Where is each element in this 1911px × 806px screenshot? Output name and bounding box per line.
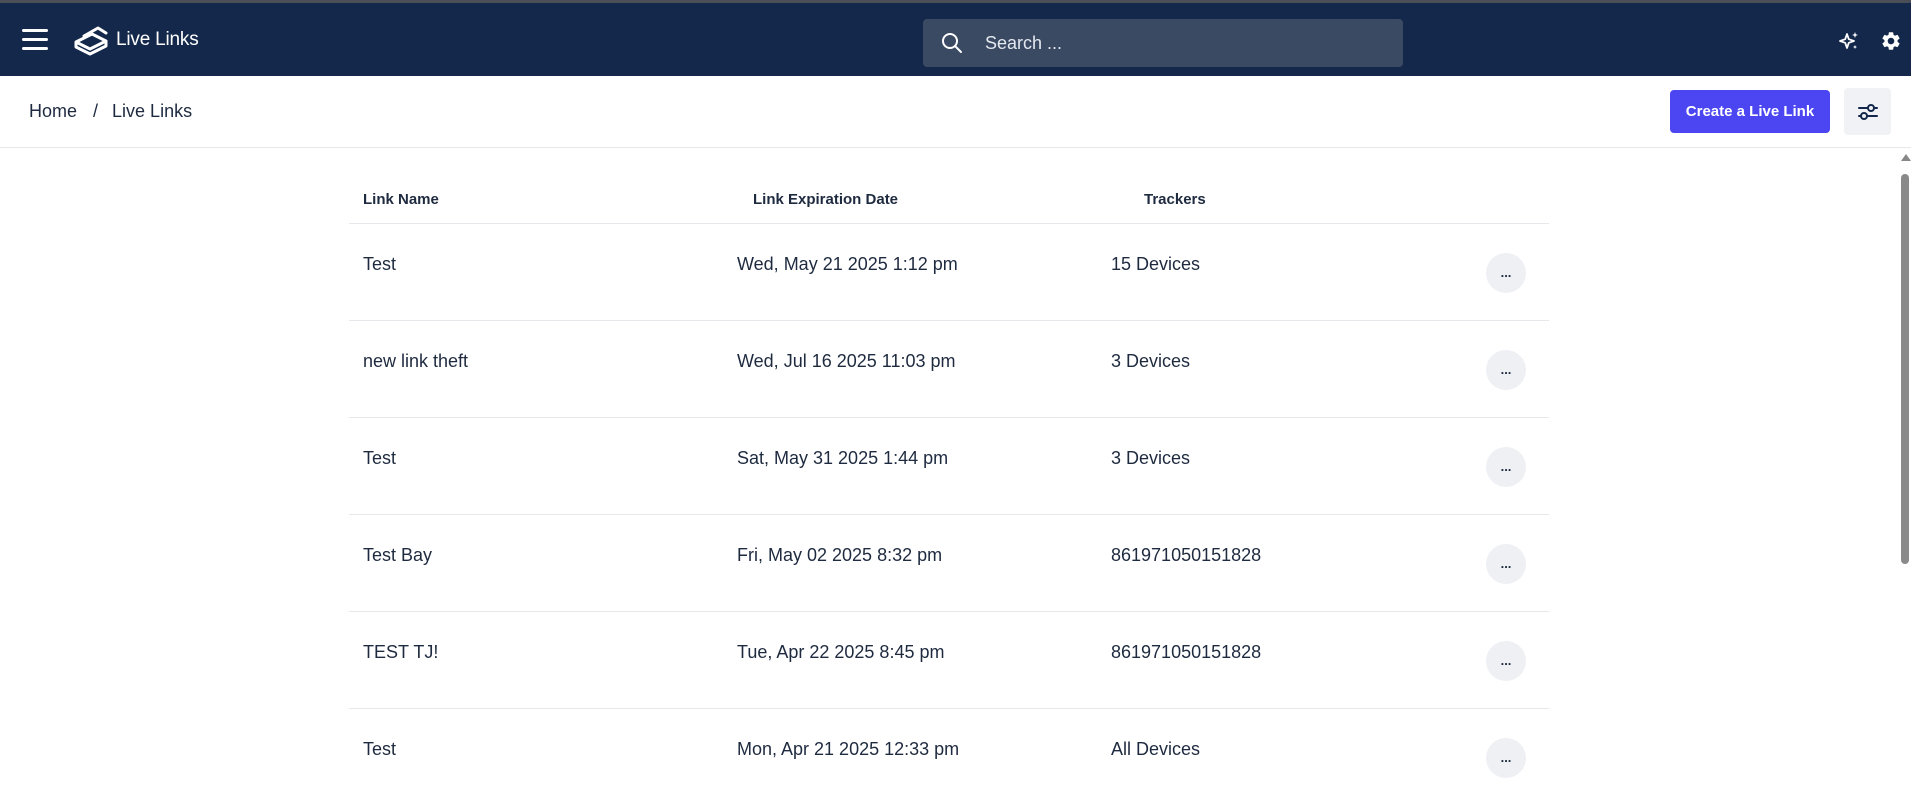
live-links-table: Link Name Link Expiration Date Trackers …: [349, 176, 1549, 806]
expiration-date-cell: Mon, Apr 21 2025 12:33 pm: [737, 739, 960, 759]
row-more-button[interactable]: ...: [1486, 544, 1526, 584]
table-row[interactable]: new link theft Wed, Jul 16 2025 11:03 pm…: [349, 321, 1549, 418]
expiration-date-cell: Tue, Apr 22 2025 8:45 pm: [737, 642, 945, 662]
column-header-trackers[interactable]: Trackers: [1144, 191, 1206, 208]
top-navigation-bar: Live Links: [0, 0, 1911, 76]
breadcrumb-home[interactable]: Home: [29, 101, 77, 122]
vertical-scrollbar[interactable]: [1899, 152, 1911, 795]
link-name-cell: Test: [363, 739, 397, 759]
sparkle-icon[interactable]: [1838, 31, 1860, 53]
row-more-button[interactable]: ...: [1486, 447, 1526, 487]
table-header: Link Name Link Expiration Date Trackers: [349, 176, 1549, 224]
search-icon: [942, 33, 962, 53]
sliders-icon: [1857, 103, 1878, 120]
link-name-cell: Test: [363, 448, 397, 468]
table-row[interactable]: Test Sat, May 31 2025 1:44 pm 3 Devices …: [349, 418, 1549, 515]
link-name-cell: Test: [363, 254, 397, 274]
trackers-cell: 15 Devices: [1111, 254, 1201, 274]
table-row[interactable]: TEST TJ! Tue, Apr 22 2025 8:45 pm 861971…: [349, 612, 1549, 709]
trackers-cell: All Devices: [1111, 739, 1201, 759]
breadcrumb-current[interactable]: Live Links: [112, 101, 192, 122]
filter-button[interactable]: [1844, 88, 1891, 135]
link-name-cell: new link theft: [363, 351, 469, 371]
gear-icon[interactable]: [1880, 30, 1902, 52]
create-live-link-button[interactable]: Create a Live Link: [1670, 90, 1830, 133]
expiration-date-cell: Wed, Jul 16 2025 11:03 pm: [737, 351, 956, 371]
table-row[interactable]: Test Wed, May 21 2025 1:12 pm 15 Devices…: [349, 224, 1549, 321]
menu-icon[interactable]: [22, 29, 48, 51]
app-name: Live Links: [116, 29, 199, 50]
trackers-cell: 3 Devices: [1111, 351, 1191, 371]
search-input[interactable]: [983, 19, 1383, 67]
page-header: Home / Live Links Create a Live Link: [0, 76, 1911, 148]
scroll-up-arrow-icon[interactable]: [1901, 154, 1911, 161]
expiration-date-cell: Wed, May 21 2025 1:12 pm: [737, 254, 958, 274]
row-more-button[interactable]: ...: [1486, 253, 1526, 293]
link-name-cell: TEST TJ!: [363, 642, 439, 662]
trackers-cell: 3 Devices: [1111, 448, 1191, 468]
breadcrumb: Home / Live Links: [29, 101, 192, 122]
table-row[interactable]: Test Bay Fri, May 02 2025 8:32 pm 861971…: [349, 515, 1549, 612]
row-more-button[interactable]: ...: [1486, 738, 1526, 778]
breadcrumb-separator: /: [93, 101, 99, 121]
trackers-cell: 861971050151828: [1111, 545, 1262, 565]
table-row[interactable]: Test Mon, Apr 21 2025 12:33 pm All Devic…: [349, 709, 1549, 806]
row-more-button[interactable]: ...: [1486, 641, 1526, 681]
search-box[interactable]: [923, 19, 1403, 67]
column-header-expiration-date[interactable]: Link Expiration Date: [753, 191, 898, 208]
logo-icon: [74, 26, 108, 56]
expiration-date-cell: Fri, May 02 2025 8:32 pm: [737, 545, 943, 565]
column-header-link-name[interactable]: Link Name: [363, 191, 439, 208]
link-name-cell: Test Bay: [363, 545, 433, 565]
trackers-cell: 861971050151828: [1111, 642, 1262, 662]
row-more-button[interactable]: ...: [1486, 350, 1526, 390]
expiration-date-cell: Sat, May 31 2025 1:44 pm: [737, 448, 949, 468]
app-logo[interactable]: Live Links: [72, 21, 199, 59]
scrollbar-thumb[interactable]: [1901, 174, 1909, 564]
